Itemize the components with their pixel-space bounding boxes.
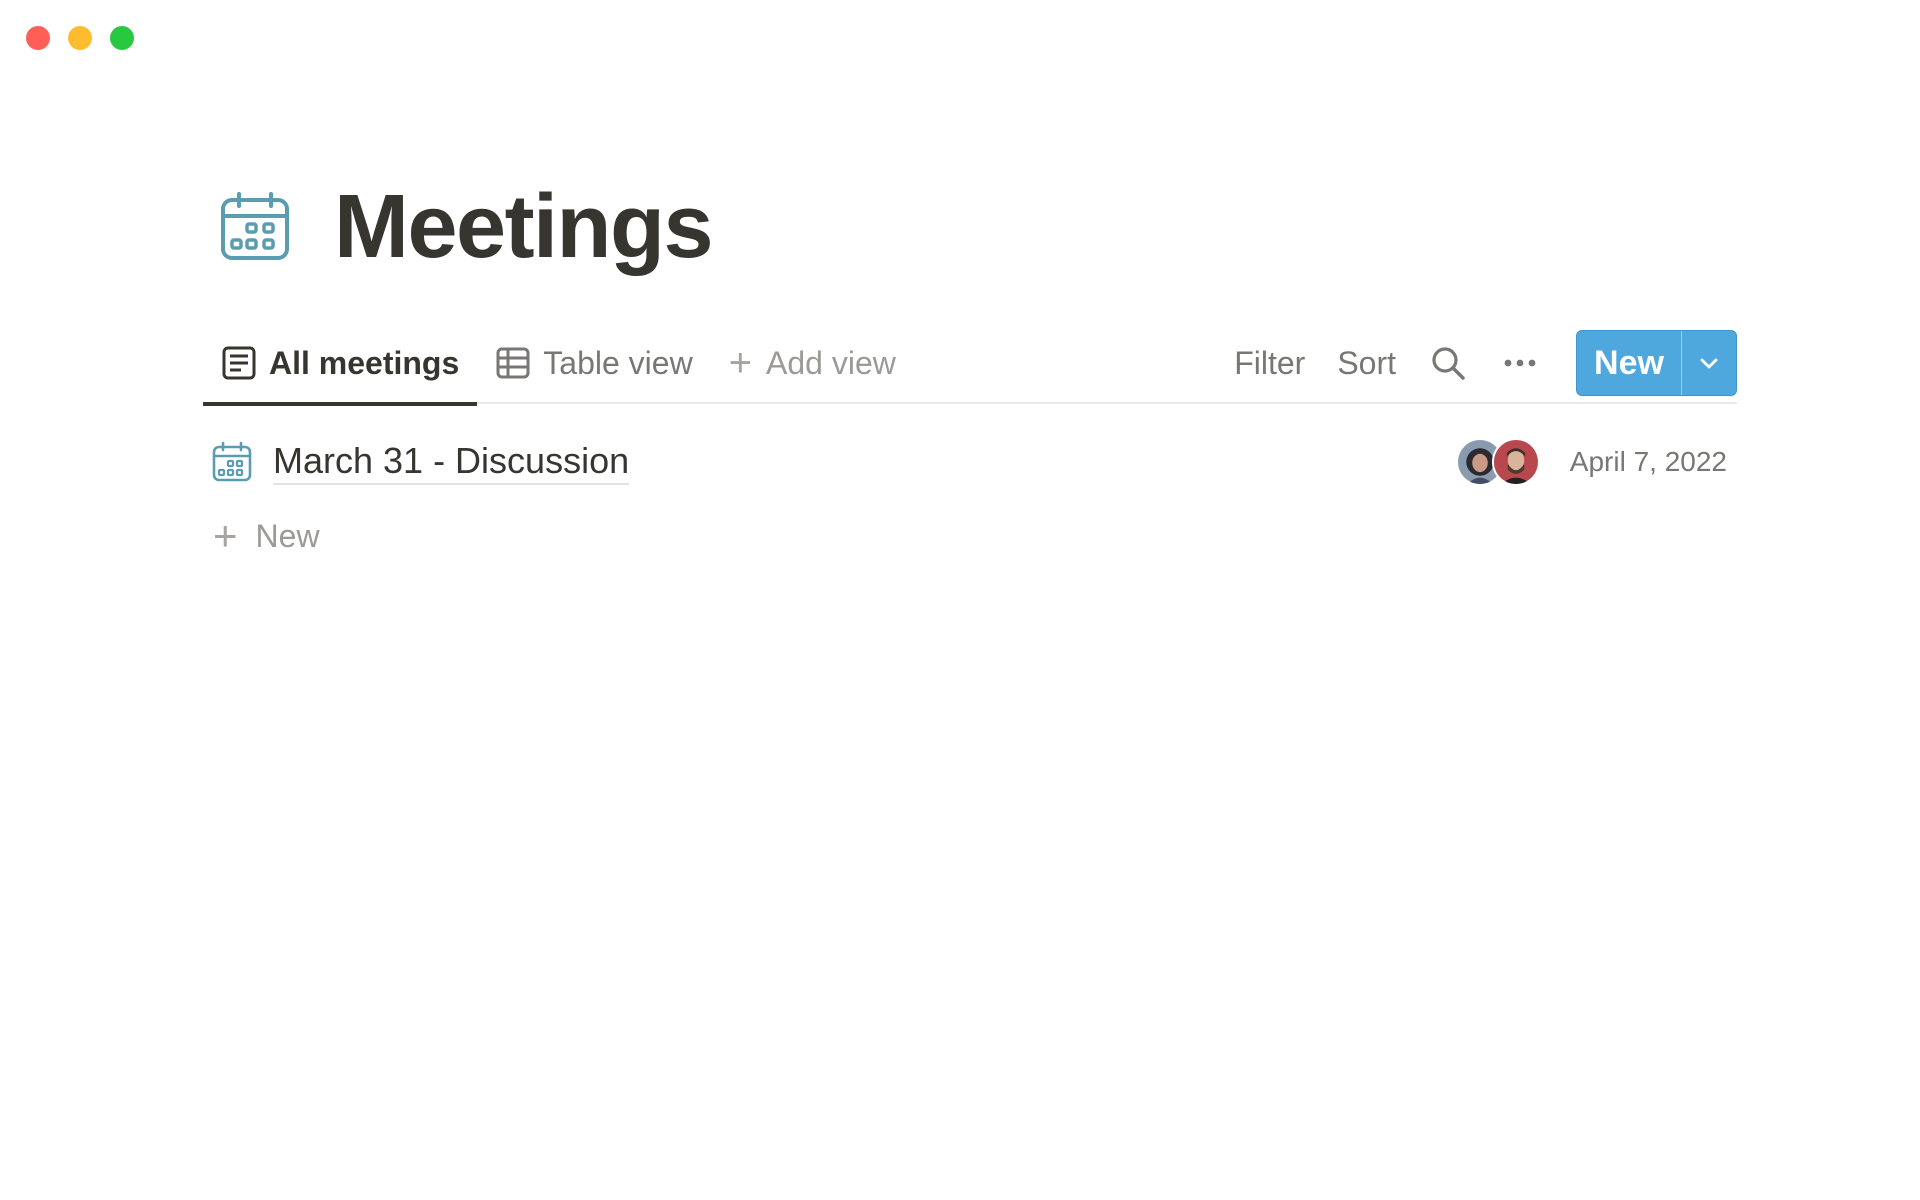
- table-icon: [496, 347, 530, 379]
- new-button-group: New: [1576, 330, 1737, 396]
- window-controls: [26, 26, 134, 50]
- new-button[interactable]: New: [1577, 331, 1681, 395]
- minimize-window-button[interactable]: [68, 26, 92, 50]
- app-window: Meetings All meetings Table view + Add v…: [0, 0, 1920, 1200]
- avatar: [1491, 438, 1540, 486]
- tab-label: All meetings: [269, 344, 460, 381]
- page-title[interactable]: Meetings: [334, 182, 714, 272]
- view-tabs: All meetings Table view + Add view: [203, 322, 914, 406]
- plus-icon: +: [728, 341, 753, 385]
- add-view-button[interactable]: + Add view: [711, 322, 914, 404]
- filter-button[interactable]: Filter: [1234, 345, 1305, 382]
- row-properties: April 7, 2022: [1455, 434, 1727, 490]
- close-window-button[interactable]: [26, 26, 50, 50]
- tab-label: Table view: [543, 344, 693, 381]
- new-dropdown-button[interactable]: [1682, 331, 1736, 395]
- calendar-icon[interactable]: [218, 190, 292, 264]
- more-icon[interactable]: [1500, 343, 1540, 383]
- view-bar: All meetings Table view + Add view Filte…: [203, 322, 1737, 406]
- add-view-label: Add view: [766, 344, 896, 381]
- add-new-row-button[interactable]: + New: [213, 512, 320, 560]
- sort-button[interactable]: Sort: [1337, 345, 1396, 382]
- row-date: April 7, 2022: [1569, 446, 1727, 477]
- add-row-label: New: [255, 517, 320, 554]
- maximize-window-button[interactable]: [110, 26, 134, 50]
- plus-icon: +: [213, 512, 238, 559]
- list-page-icon: [222, 346, 256, 380]
- search-icon[interactable]: [1428, 343, 1468, 383]
- attendees[interactable]: [1455, 438, 1540, 486]
- list-item[interactable]: March 31 - Discussion April 7, 2022: [203, 434, 1737, 490]
- calendar-icon: [212, 441, 252, 482]
- tab-table-view[interactable]: Table view: [477, 322, 710, 404]
- row-title[interactable]: March 31 - Discussion: [273, 439, 630, 485]
- tab-all-meetings[interactable]: All meetings: [203, 322, 478, 406]
- chevron-down-icon: [1700, 358, 1718, 369]
- page-header: Meetings: [218, 182, 714, 272]
- view-actions: Filter Sort New: [1234, 322, 1737, 404]
